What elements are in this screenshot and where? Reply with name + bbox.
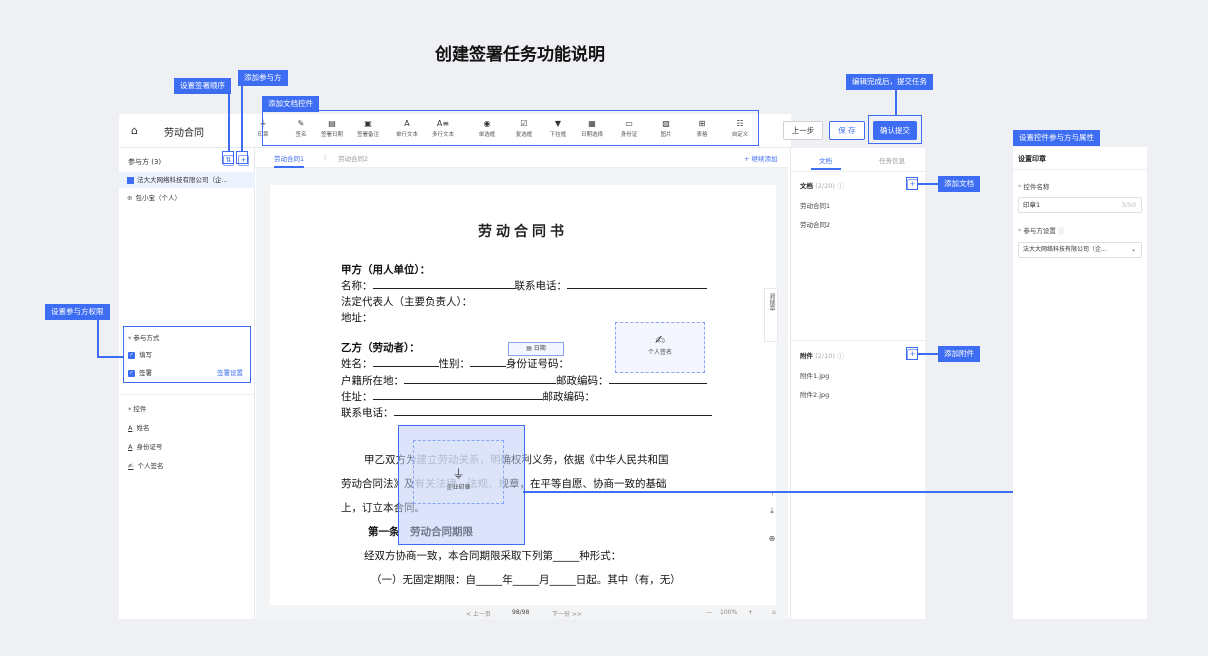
- line-phone: 联系电话：: [341, 405, 712, 420]
- zoom-out-icon[interactable]: —: [706, 609, 712, 616]
- add-party-highlight: [236, 151, 248, 164]
- save-button[interactable]: 保 存: [829, 121, 865, 140]
- pager-bar: < 上一页 98/98 下一份 >> — 100% + ⌂: [256, 609, 788, 619]
- document-page: 劳动合同书 甲方（用人单位）： 名称： 联系电话： 法定代表人（主要负责人）： 地…: [270, 185, 776, 605]
- left-panel: 参与方 (3) ⇅ + 法大大网络科技有限公司（企... ⊕ 包小宝（个人） ▾ …: [119, 148, 255, 619]
- line-residence: 住址： 邮政编码：: [341, 391, 595, 403]
- callout-submit: 编辑完成后，提交任务: [846, 74, 933, 90]
- control-label: 身份证号: [136, 443, 163, 451]
- home-icon[interactable]: ⌂: [131, 124, 138, 137]
- parties-title: 参与方 (3): [128, 158, 162, 166]
- controls-title: ▾ 控件: [128, 405, 147, 413]
- party-label: 法大大网络科技有限公司（企...: [137, 176, 228, 184]
- party-item-person[interactable]: ⊕ 包小宝（个人）: [119, 190, 255, 206]
- properties-panel: 设置印章 * 控件名称 印章1 3/50 * 参与方设置 ⓘ 法大大网络科技有限公…: [1013, 147, 1147, 619]
- person-icon: ⊕: [127, 194, 133, 202]
- control-name-label: * 控件名称: [1018, 183, 1050, 191]
- attachment-item[interactable]: 附件1.jpg: [800, 370, 829, 380]
- control-label: 个人签名: [137, 462, 164, 470]
- contract-title: 劳动合同书: [478, 224, 568, 240]
- sign-order-highlight: [222, 151, 234, 164]
- bookmark-icon[interactable]: ⌂: [772, 609, 776, 616]
- calendar-icon: ▤: [526, 345, 534, 352]
- signature-icon: ✍: [654, 333, 666, 347]
- download-icon[interactable]: ⤓: [765, 506, 779, 516]
- party-perm-highlight: [123, 326, 251, 383]
- paragraph-line: 经双方协商一致，本合同期限采取下列第_____种形式：: [364, 550, 622, 562]
- next-doc-link[interactable]: 下一份 >>: [552, 609, 582, 618]
- tab-doc-1[interactable]: 劳动合同1: [274, 153, 304, 163]
- line-person: 姓名： 性别： 身份证号码：: [341, 358, 569, 370]
- paragraph-line: （一）无固定期限：自_____年_____月_____日起。其中（有，无）: [371, 574, 681, 586]
- help-icon: ⓘ: [1057, 227, 1065, 235]
- callout-party-perm: 设置参与方权限: [45, 304, 110, 320]
- continue-add-link[interactable]: + 继续添加: [744, 153, 778, 163]
- zoom-level: 100%: [720, 609, 738, 616]
- add-attach-highlight: [906, 347, 918, 360]
- document-tabs: 劳动合同1 | 劳动合同2 + 继续添加: [256, 148, 788, 168]
- text-icon: A: [128, 443, 133, 451]
- document-canvas: 劳动合同1 | 劳动合同2 + 继续添加 劳动合同书 甲方（用人单位）： 名称：…: [256, 148, 788, 619]
- line-address: 地址：: [341, 312, 373, 324]
- seal-icon: ⏚: [452, 467, 465, 481]
- party-a-heading: 甲方（用人单位）：: [341, 264, 431, 276]
- line-household: 户籍所在地： 邮政编码：: [341, 373, 707, 388]
- personal-signature-control[interactable]: ✍ 个人签名: [615, 322, 705, 373]
- document-name: 劳动合同: [164, 128, 204, 139]
- party-setting-label: * 参与方设置 ⓘ: [1018, 227, 1065, 235]
- callout-add-controls: 添加文档控件: [262, 96, 319, 112]
- party-label: 包小宝（个人）: [135, 194, 181, 202]
- attachment-item[interactable]: 附件2.jpg: [800, 389, 829, 399]
- text-icon: A: [128, 424, 133, 432]
- zoom-in-icon[interactable]: +: [748, 609, 753, 616]
- toolbar-highlight: [262, 110, 759, 146]
- signature-icon: ✍: [128, 462, 134, 470]
- locate-icon[interactable]: ⊕: [765, 534, 779, 543]
- line-legal-rep: 法定代表人（主要负责人）：: [341, 296, 473, 308]
- callout-sign-order: 设置签署顺序: [174, 78, 231, 94]
- prev-step-button[interactable]: 上一步: [783, 121, 823, 140]
- page-indicator: 98/98: [512, 609, 530, 616]
- tab-doc-2[interactable]: 劳动合同2: [338, 153, 368, 163]
- party-b-heading: 乙方（劳动者）：: [341, 342, 420, 354]
- party-select[interactable]: 法大大网络科技有限公司（企... ⌄: [1018, 242, 1142, 258]
- page-title: 创建签署任务功能说明: [435, 45, 605, 65]
- docs-title: 文档 (2/20) ⓘ: [800, 182, 844, 190]
- add-doc-highlight: [906, 177, 918, 190]
- party-item-company[interactable]: 法大大网络科技有限公司（企...: [119, 172, 255, 188]
- properties-title: 设置印章: [1018, 155, 1046, 163]
- control-name-input[interactable]: 印章1 3/50: [1018, 197, 1142, 213]
- tab-task-info[interactable]: 任务信息: [879, 155, 905, 165]
- chevron-down-icon: ⌄: [1130, 246, 1136, 253]
- attachments-title: 附件 (2/10) ⓘ: [800, 352, 844, 360]
- control-label: 姓名: [136, 424, 150, 432]
- prev-page-link[interactable]: < 上一页: [466, 609, 491, 618]
- info-icon: ⓘ: [837, 182, 844, 190]
- info-icon: ⓘ: [837, 352, 844, 360]
- company-icon: [127, 176, 134, 184]
- callout-control-props: 设置控件参与方与属性: [1013, 130, 1100, 146]
- right-panel: 文档 任务信息 文档 (2/20) ⓘ + 劳动合同1 劳动合同2 附件 (2/…: [790, 148, 926, 619]
- submit-highlight: [868, 115, 922, 144]
- tab-documents[interactable]: 文档: [819, 155, 832, 165]
- company-seal-control[interactable]: ⏚ 企业印章: [398, 425, 525, 545]
- date-control[interactable]: ▤ 日期: [508, 342, 564, 356]
- cross-page-seal-button[interactable]: 骑缝章: [764, 288, 778, 342]
- doc-item[interactable]: 劳动合同2: [800, 219, 830, 229]
- control-item[interactable]: A 身份证号: [128, 441, 162, 451]
- doc-item[interactable]: 劳动合同1: [800, 200, 830, 210]
- callout-add-doc: 添加文档: [938, 176, 980, 192]
- control-item[interactable]: ✍ 个人签名: [128, 460, 163, 470]
- control-item[interactable]: A 姓名: [128, 422, 149, 432]
- seal-inner: ⏚ 企业印章: [413, 440, 504, 504]
- line-name: 名称： 联系电话：: [341, 278, 707, 293]
- callout-add-party: 添加参与方: [238, 70, 288, 86]
- callout-add-attach: 添加附件: [938, 346, 980, 362]
- text-align-icon[interactable]: ⫧: [765, 488, 779, 498]
